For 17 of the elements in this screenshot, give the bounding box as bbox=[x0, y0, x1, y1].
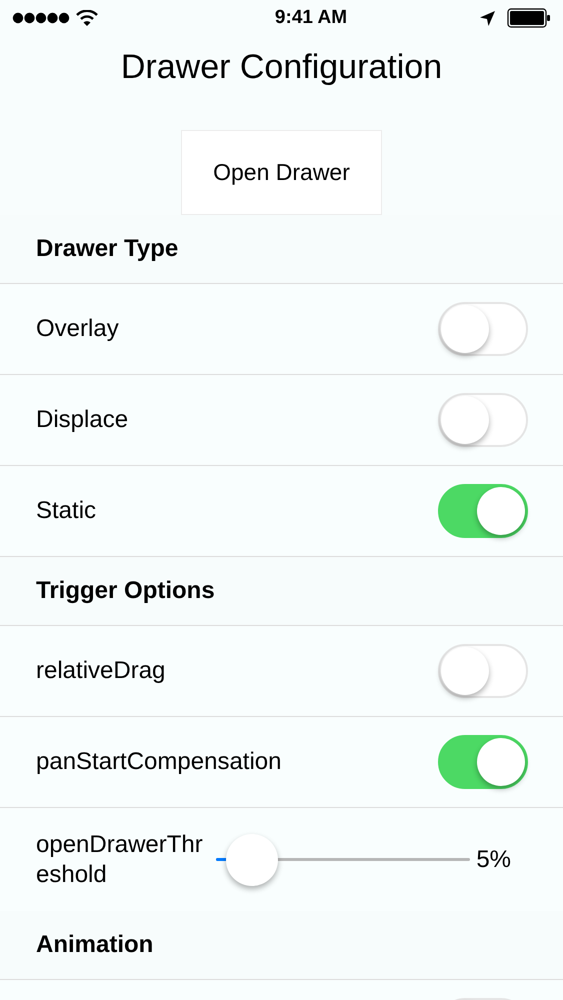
row-label: openDrawerThreshold bbox=[36, 830, 204, 890]
row-label: relativeDrag bbox=[36, 656, 166, 686]
battery-icon bbox=[507, 8, 551, 28]
location-arrow-icon bbox=[480, 10, 495, 26]
row-label: Overlay bbox=[36, 314, 119, 344]
screen-title: Drawer Configuration bbox=[120, 47, 442, 88]
status-time: 9:41 AM bbox=[274, 6, 348, 30]
slider[interactable] bbox=[216, 832, 470, 886]
row-label: Static bbox=[36, 496, 96, 526]
wifi-icon bbox=[76, 10, 98, 26]
row-label: panStartCompensation bbox=[36, 747, 282, 777]
open-drawer-button[interactable]: Open Drawer bbox=[181, 130, 382, 215]
toggle-switch[interactable] bbox=[438, 735, 528, 789]
toggle-switch[interactable] bbox=[438, 484, 528, 538]
slider-reading: 5% bbox=[476, 844, 511, 874]
signal-icon bbox=[12, 12, 70, 24]
row-label: Displace bbox=[36, 405, 128, 435]
